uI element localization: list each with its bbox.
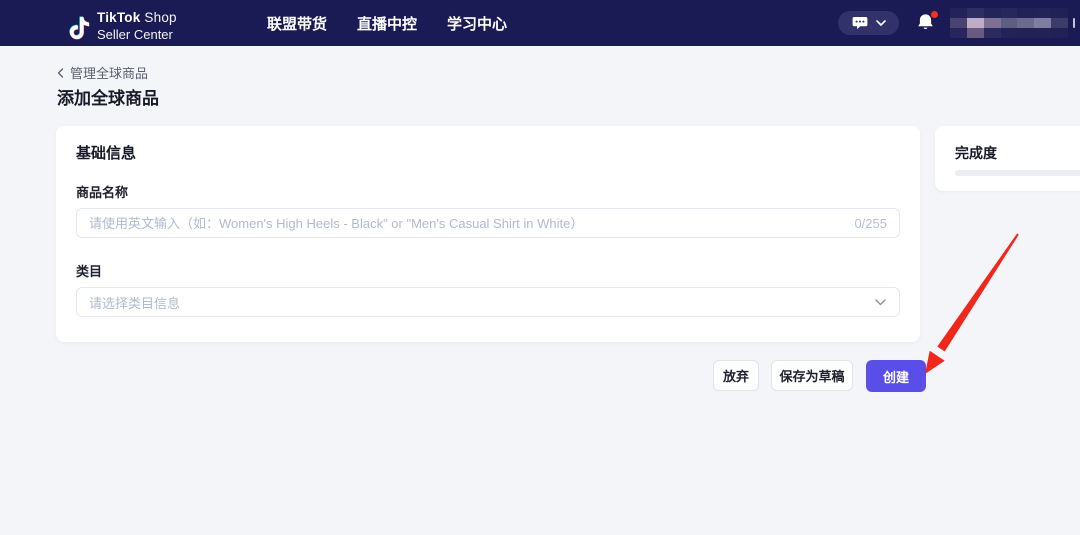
tiktok-shop-logo[interactable]: TikTok Shop Seller Center <box>69 9 177 44</box>
basic-info-card: 基础信息 商品名称 0/255 类目 请选择类目信息 <box>56 126 920 342</box>
completion-card: 完成度 <box>935 126 1080 191</box>
header-separator <box>1073 18 1075 28</box>
top-navbar: TikTok Shop Seller Center 联盟带货 直播中控 学习中心 <box>0 0 1080 46</box>
chevron-down-icon <box>875 298 899 306</box>
discard-button[interactable]: 放弃 <box>713 360 759 391</box>
tiktok-note-icon <box>69 13 91 40</box>
logo-wordmark: TikTok Shop Seller Center <box>97 9 177 44</box>
nav-item-live-console[interactable]: 直播中控 <box>357 13 417 34</box>
chevron-left-icon <box>57 67 64 78</box>
chevron-down-icon <box>875 20 886 26</box>
nav-item-affiliate[interactable]: 联盟带货 <box>267 13 327 34</box>
logo-shop: Shop <box>144 10 177 25</box>
logo-brand: TikTok <box>97 10 141 25</box>
breadcrumb[interactable]: 管理全球商品 <box>57 63 148 82</box>
product-name-field: 0/255 <box>76 208 900 238</box>
product-name-label: 商品名称 <box>76 185 129 200</box>
char-counter: 0/255 <box>854 215 887 231</box>
nav-item-learning-center[interactable]: 学习中心 <box>447 13 507 34</box>
logo-seller-center: Seller Center <box>97 27 173 43</box>
create-button[interactable]: 创建 <box>866 360 926 392</box>
save-draft-button[interactable]: 保存为草稿 <box>771 360 853 391</box>
user-avatar-mosaic[interactable] <box>950 8 1068 38</box>
category-placeholder: 请选择类目信息 <box>89 295 181 311</box>
notification-dot <box>931 11 938 18</box>
chat-bubble-icon <box>852 16 868 31</box>
arrow-head <box>925 350 945 374</box>
page-title: 添加全球商品 <box>57 89 159 108</box>
main-nav: 联盟带货 直播中控 学习中心 <box>267 0 507 46</box>
section-title: 基础信息 <box>76 145 137 162</box>
arrow-shaft <box>937 233 1019 352</box>
category-select[interactable]: 请选择类目信息 <box>76 287 900 317</box>
breadcrumb-label: 管理全球商品 <box>70 66 149 81</box>
messages-dropdown-button[interactable] <box>838 11 899 35</box>
category-label: 类目 <box>76 264 103 279</box>
product-name-input[interactable] <box>77 209 855 237</box>
completion-progress-bar <box>955 170 1080 176</box>
notifications-button[interactable] <box>917 11 938 33</box>
completion-title: 完成度 <box>955 145 997 161</box>
